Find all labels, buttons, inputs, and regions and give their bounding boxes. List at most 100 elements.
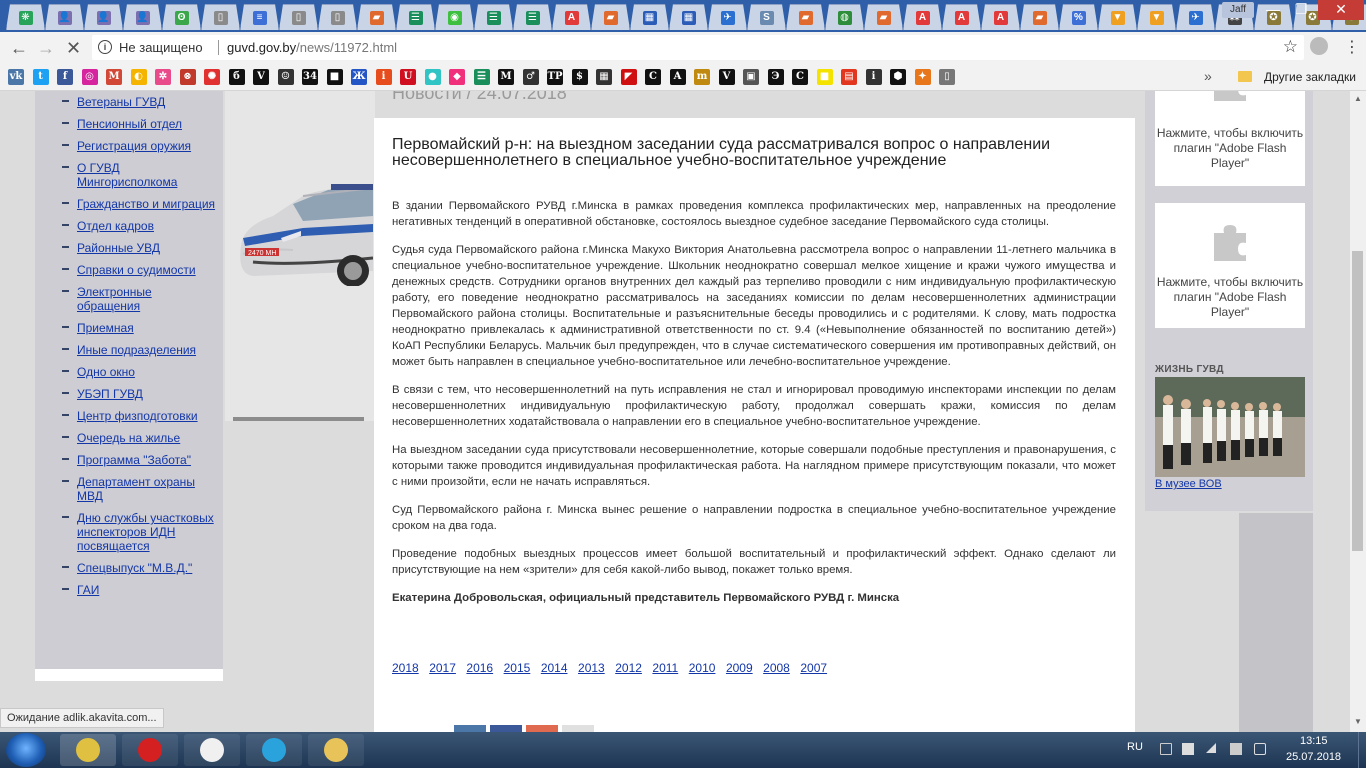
tab-24[interactable]: A (903, 4, 942, 30)
taskbar-app-slack[interactable] (184, 734, 240, 766)
sidebar-link[interactable]: Программа "Забота" (77, 453, 191, 467)
bookmark-icon[interactable]: i (375, 69, 392, 85)
tab-15[interactable]: A (552, 4, 591, 30)
close-window-button[interactable]: ✕ (1318, 0, 1364, 20)
tab-16[interactable]: ▰ (591, 4, 630, 30)
sidebar-link[interactable]: Очередь на жилье (77, 431, 180, 445)
news-photo[interactable] (1155, 377, 1305, 477)
sidebar-link[interactable]: Электронные обращения (77, 285, 152, 313)
bookmark-icon[interactable]: f (57, 69, 73, 85)
device-icon[interactable] (1230, 743, 1242, 755)
tab-19[interactable]: ✈ (708, 4, 747, 30)
signal-icon[interactable] (1206, 743, 1216, 753)
sidebar-link[interactable]: Одно окно (77, 365, 135, 379)
scrollbar[interactable]: ▲ ▼ (1350, 91, 1366, 732)
tab-27[interactable]: ▰ (1020, 4, 1059, 30)
tab-23[interactable]: ▰ (864, 4, 903, 30)
tab-1[interactable]: ❋ (6, 4, 45, 30)
bookmark-icon[interactable]: A (669, 69, 686, 85)
sidebar-link[interactable]: О ГУВД Мингорисполкома (77, 161, 177, 189)
tab-17[interactable]: ▦ (630, 4, 669, 30)
sidebar-link[interactable]: Спецвыпуск "М.В.Д." (77, 561, 192, 575)
sidebar-link[interactable]: Центр физподготовки (77, 409, 198, 423)
bookmark-icon[interactable]: ☰ (473, 69, 490, 85)
share-button[interactable] (490, 725, 522, 732)
sidebar-link[interactable]: Приемная (77, 321, 134, 335)
tab-11[interactable]: ☰ (396, 4, 435, 30)
clock-time[interactable]: 13:15 (1300, 735, 1328, 747)
tab-30[interactable]: ▼ (1137, 4, 1176, 30)
bookmark-icon[interactable]: m (694, 69, 710, 85)
bookmark-icon[interactable]: ✺ (204, 69, 220, 85)
bookmark-icon[interactable]: $ (571, 69, 588, 85)
profile-button[interactable]: Jaff (1222, 2, 1254, 18)
tab-4[interactable]: 👤 (123, 4, 162, 30)
forward-button[interactable]: → (37, 38, 55, 59)
tab-7[interactable]: ≡ (240, 4, 279, 30)
bookmark-icon[interactable]: ♂ (522, 69, 539, 85)
scroll-up-icon[interactable]: ▲ (1354, 94, 1362, 103)
tab-21[interactable]: ▰ (786, 4, 825, 30)
security-label[interactable]: Не защищено (119, 40, 203, 55)
bookmark-icon[interactable]: 34 (302, 69, 318, 85)
share-button[interactable] (562, 725, 594, 732)
bookmark-icon[interactable]: ◤ (620, 69, 637, 85)
bookmark-icon[interactable]: ▣ (743, 69, 759, 85)
sidebar-link[interactable]: Районные УВД (77, 241, 160, 255)
network-warning-icon[interactable] (1182, 743, 1194, 755)
bookmark-icon[interactable]: б (228, 69, 245, 85)
minimize-button[interactable]: — (1260, 0, 1286, 20)
info-icon[interactable]: i (98, 40, 112, 54)
year-link[interactable]: 2015 (504, 661, 531, 675)
sidebar-link[interactable]: Гражданство и миграция (77, 197, 215, 211)
bookmark-icon[interactable]: ● (424, 69, 441, 85)
taskbar-app-chrome[interactable] (60, 734, 116, 766)
scroll-thumb[interactable] (1352, 251, 1363, 551)
news-link[interactable]: В музее ВОВ (1155, 478, 1222, 490)
sidebar-link[interactable]: Дню службы участковых инспекторов ИДН по… (77, 511, 214, 553)
sidebar-link[interactable]: ГАИ (77, 583, 99, 597)
tab-28[interactable]: % (1059, 4, 1098, 30)
bookmark-icon[interactable]: vk (8, 69, 24, 85)
menu-icon[interactable]: ⋮ (1344, 37, 1360, 57)
bookmark-icon[interactable]: ☺ (277, 69, 294, 85)
url-text[interactable]: guvd.gov.by/news/11972.html (227, 40, 397, 55)
other-bookmarks[interactable]: Другие закладки (1264, 70, 1356, 84)
sidebar-link[interactable]: Пенсионный отдел (77, 117, 182, 131)
tab-29[interactable]: ▼ (1098, 4, 1137, 30)
bookmark-icon[interactable]: M (106, 69, 122, 85)
share-button[interactable] (454, 725, 486, 732)
bookmark-icon[interactable]: Ж (351, 69, 367, 85)
tab-6[interactable]: ▯ (201, 4, 240, 30)
year-link[interactable]: 2017 (429, 661, 456, 675)
sidebar-link[interactable]: Регистрация оружия (77, 139, 191, 153)
flash-plugin-placeholder[interactable]: Нажмите, чтобы включить плагин "Adobe Fl… (1155, 91, 1305, 186)
sidebar-link[interactable]: Отдел кадров (77, 219, 154, 233)
language-indicator[interactable]: RU (1127, 741, 1143, 753)
sidebar-link[interactable]: УБЭП ГУВД (77, 387, 143, 401)
year-link[interactable]: 2009 (726, 661, 753, 675)
tab-2[interactable]: 👤 (45, 4, 84, 30)
bookmark-icon[interactable]: TP (547, 69, 563, 85)
year-link[interactable]: 2014 (541, 661, 568, 675)
tray-arrow-icon[interactable] (1160, 743, 1172, 755)
bookmark-icon[interactable]: ◆ (449, 69, 465, 85)
bookmark-icon[interactable]: ■ (816, 69, 833, 85)
bookmark-icon[interactable]: M (498, 69, 514, 85)
tab-20[interactable]: S (747, 4, 786, 30)
tab-12[interactable]: ◉ (435, 4, 474, 30)
show-desktop-button[interactable] (1358, 732, 1366, 768)
year-link[interactable]: 2012 (615, 661, 642, 675)
tab-25[interactable]: A (942, 4, 981, 30)
bookmark-icon[interactable]: ■ (326, 69, 343, 85)
sidebar-link[interactable]: Справки о судимости (77, 263, 196, 277)
bookmark-icon[interactable]: ◎ (81, 69, 98, 85)
year-link[interactable]: 2018 (392, 661, 419, 675)
bookmark-icon[interactable]: ◐ (130, 69, 147, 85)
sidebar-link[interactable]: Департамент охраны МВД (77, 475, 195, 503)
bookmark-icon[interactable]: ▤ (841, 69, 857, 85)
bookmark-icon[interactable]: U (400, 69, 416, 85)
bookmark-icon[interactable]: C (792, 69, 808, 85)
share-button[interactable] (526, 725, 558, 732)
bookmark-star-icon[interactable]: ☆ (1283, 37, 1298, 57)
